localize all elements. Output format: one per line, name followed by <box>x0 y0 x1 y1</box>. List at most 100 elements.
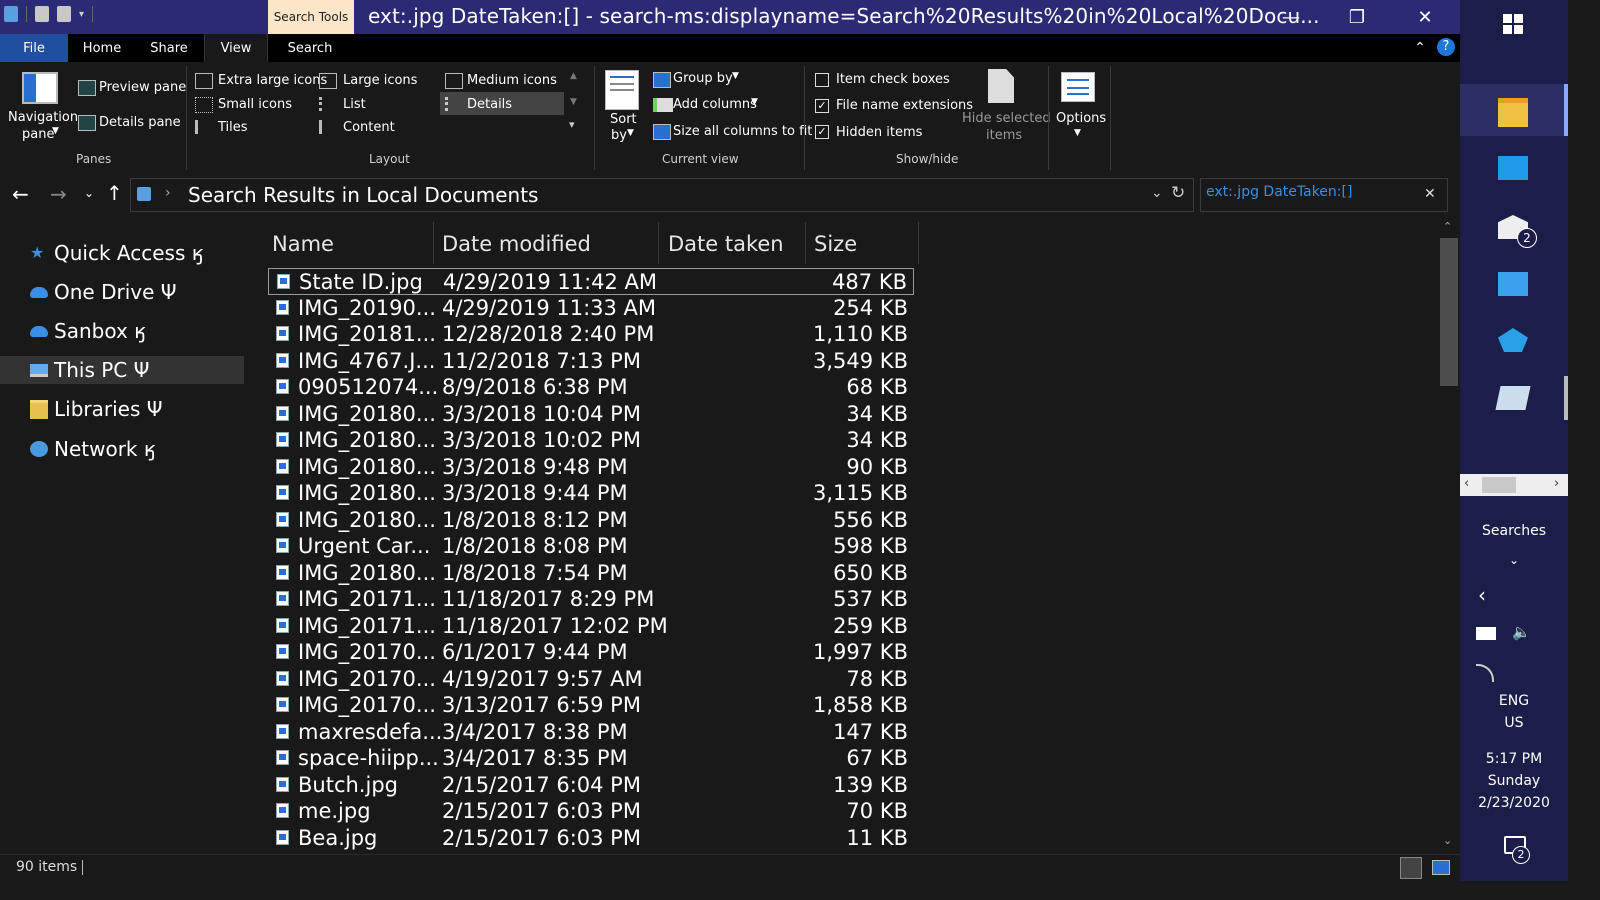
table-row[interactable]: IMG_20190... 4/29/2019 11:33 AM 254 KB <box>268 295 914 322</box>
clear-search-icon[interactable]: ✕ <box>1424 186 1436 202</box>
forward-button[interactable]: → <box>50 182 67 206</box>
searches-label[interactable]: Searches <box>1460 523 1568 539</box>
breadcrumb-chevron-icon[interactable]: › <box>165 185 171 201</box>
file-name[interactable]: IMG_20171... <box>298 586 436 613</box>
table-row[interactable]: IMG_20170... 4/19/2017 9:57 AM 78 KB <box>268 666 914 693</box>
search-box[interactable]: ext:.jpg DateTaken:[] ✕ <box>1200 178 1448 212</box>
group-by-button[interactable]: Group by <box>673 71 733 86</box>
nav-this-pc[interactable]: This PC Ψ <box>0 356 244 384</box>
show-hidden-icons-button[interactable]: ‹ <box>1478 583 1486 607</box>
file-name[interactable]: Bea.jpg <box>298 825 377 852</box>
sort-by-button[interactable]: Sort <box>610 112 637 127</box>
crystal-app-icon[interactable] <box>1498 328 1528 352</box>
nav-sanbox[interactable]: Sanbox ӄ <box>0 317 244 345</box>
details-option[interactable]: Details <box>467 97 512 112</box>
taskbar-horizontal-scrollbar[interactable]: ‹ › <box>1460 474 1568 496</box>
hidden-items-checkbox[interactable]: ✓ <box>815 125 829 139</box>
monitor-app-icon[interactable] <box>1498 156 1528 180</box>
table-row[interactable]: Bea.jpg 2/15/2017 6:03 PM 11 KB <box>268 825 914 852</box>
scrollbar-thumb[interactable] <box>1440 238 1458 386</box>
layout-scroll-up-icon[interactable]: ▲ <box>570 71 577 81</box>
large-icons-option[interactable]: Large icons <box>343 73 417 88</box>
file-name[interactable]: Urgent Car... <box>298 533 430 560</box>
up-button[interactable]: ↑ <box>106 181 123 205</box>
size-all-columns-button[interactable]: Size all columns to fit <box>673 124 812 139</box>
column-header-size[interactable]: Size <box>814 226 857 262</box>
address-history-icon[interactable]: ⌄ <box>1151 185 1163 201</box>
tab-view[interactable]: View <box>204 34 268 62</box>
close-button[interactable]: ✕ <box>1400 0 1450 34</box>
search-input[interactable]: ext:.jpg DateTaken:[] <box>1206 184 1352 200</box>
table-row[interactable]: State ID.jpg 4/29/2019 11:42 AM 487 KB <box>268 268 914 295</box>
preview-pane-button[interactable]: Preview pane <box>99 80 186 95</box>
list-option[interactable]: List <box>343 97 366 112</box>
scroll-down-icon[interactable]: ⌄ <box>1443 834 1452 847</box>
file-name[interactable]: IMG_20180... <box>298 480 436 507</box>
nav-one-drive[interactable]: One Drive Ψ <box>0 278 244 306</box>
table-row[interactable]: IMG_20170... 3/13/2017 6:59 PM 1,858 KB <box>268 692 914 719</box>
file-name[interactable]: IMG_20180... <box>298 427 436 454</box>
language-line1[interactable]: ENG <box>1460 693 1568 709</box>
layout-scroll-down-icon[interactable]: ▼ <box>570 97 577 107</box>
expand-chevron-icon[interactable]: ⌄ <box>1460 553 1568 567</box>
file-name[interactable]: IMG_20170... <box>298 666 436 693</box>
scroll-left-icon[interactable]: ‹ <box>1464 476 1469 491</box>
new-folder-icon[interactable] <box>57 6 71 22</box>
file-name[interactable]: IMG_20190... <box>298 295 436 322</box>
file-name[interactable]: State ID.jpg <box>299 269 423 296</box>
medium-icons-option[interactable]: Medium icons <box>467 73 557 88</box>
file-explorer-icon[interactable] <box>1498 98 1528 127</box>
breadcrumb-path[interactable]: Search Results in Local Documents <box>188 183 538 207</box>
file-name[interactable]: IMG_20171... <box>298 613 436 640</box>
column-header-date-modified[interactable]: Date modified <box>442 226 591 262</box>
tab-file[interactable]: File <box>0 34 68 62</box>
volume-icon[interactable]: 🔈 <box>1512 623 1531 641</box>
column-header-name[interactable]: Name <box>272 226 334 262</box>
table-row[interactable]: IMG_20171... 11/18/2017 8:29 PM 537 KB <box>268 586 914 613</box>
file-name[interactable]: Butch.jpg <box>298 772 398 799</box>
remote-desktop-icon[interactable] <box>1498 272 1528 296</box>
file-name[interactable]: IMG_4767.J... <box>298 348 435 375</box>
scroll-up-icon[interactable]: ⌃ <box>1443 220 1452 233</box>
recent-locations-icon[interactable]: ⌄ <box>84 186 94 200</box>
tab-home[interactable]: Home <box>76 34 128 62</box>
file-name[interactable]: 090512074... <box>298 374 438 401</box>
table-row[interactable]: IMG_20180... 3/3/2018 10:04 PM 34 KB <box>268 401 914 428</box>
collapse-ribbon-icon[interactable]: ⌃ <box>1408 34 1432 62</box>
wifi-icon[interactable] <box>1476 664 1494 682</box>
extra-large-icons-option[interactable]: Extra large icons <box>218 73 327 88</box>
navigation-pane-button[interactable]: Navigation <box>8 110 78 125</box>
table-row[interactable]: Urgent Car... 1/8/2018 8:08 PM 598 KB <box>268 533 914 560</box>
nav-quick-access[interactable]: ★ Quick Access ӄ <box>0 239 244 267</box>
table-row[interactable]: IMG_20180... 3/3/2018 9:48 PM 90 KB <box>268 454 914 481</box>
refresh-icon[interactable]: ↻ <box>1171 183 1185 203</box>
file-name[interactable]: IMG_20180... <box>298 507 436 534</box>
table-row[interactable]: space-hiipp... 3/4/2017 8:35 PM 67 KB <box>268 745 914 772</box>
file-name[interactable]: IMG_20180... <box>298 560 436 587</box>
file-name[interactable]: me.jpg <box>298 798 371 825</box>
file-name[interactable]: IMG_20180... <box>298 401 436 428</box>
nav-libraries[interactable]: Libraries Ψ <box>0 395 244 423</box>
vertical-scrollbar[interactable]: ⌃ ⌄ <box>1438 218 1460 854</box>
notebook-app-icon[interactable] <box>1495 386 1531 410</box>
nav-network[interactable]: Network ӄ <box>0 435 244 463</box>
file-name-extensions-checkbox[interactable]: ✓ <box>815 99 829 113</box>
clock-time[interactable]: 5:17 PM <box>1460 751 1568 767</box>
table-row[interactable]: maxresdefa... 3/4/2017 8:38 PM 147 KB <box>268 719 914 746</box>
add-columns-button[interactable]: Add columns <box>673 97 757 112</box>
file-name[interactable]: maxresdefa... <box>298 719 442 746</box>
table-row[interactable]: IMG_20180... 3/3/2018 10:02 PM 34 KB <box>268 427 914 454</box>
properties-icon[interactable] <box>35 6 49 22</box>
small-icons-option[interactable]: Small icons <box>218 97 292 112</box>
minimize-button[interactable]: — <box>1266 0 1316 34</box>
hide-selected-items-button[interactable]: Hide selected <box>962 111 1051 126</box>
layout-more-icon[interactable]: ▾ <box>569 118 575 131</box>
file-name[interactable]: IMG_20180... <box>298 454 436 481</box>
details-view-toggle[interactable] <box>1400 857 1422 879</box>
table-row[interactable]: 090512074... 8/9/2018 6:38 PM 68 KB <box>268 374 914 401</box>
tiles-option[interactable]: Tiles <box>218 120 248 135</box>
back-button[interactable]: ← <box>12 182 29 206</box>
table-row[interactable]: IMG_20181... 12/28/2018 2:40 PM 1,110 KB <box>268 321 914 348</box>
table-row[interactable]: IMG_4767.J... 11/2/2018 7:13 PM 3,549 KB <box>268 348 914 375</box>
table-row[interactable]: me.jpg 2/15/2017 6:03 PM 70 KB <box>268 798 914 825</box>
